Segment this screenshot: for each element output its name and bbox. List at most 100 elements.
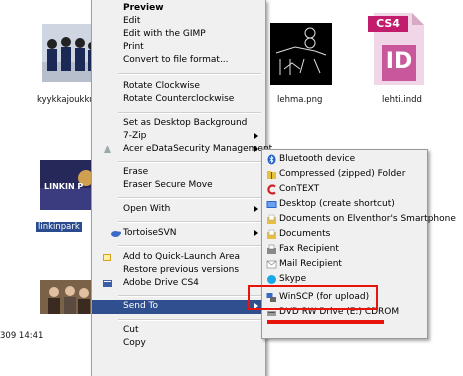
menu-preview-label: Preview bbox=[123, 3, 164, 13]
menu-set-background-label: Set as Desktop Background bbox=[123, 118, 248, 128]
submenu-docs-phone[interactable]: Documents on Elventhor's Smartphone bbox=[262, 213, 456, 226]
submenu-fax[interactable]: Fax Recipient bbox=[262, 243, 427, 256]
menu-adobe-drive[interactable]: Adobe Drive CS4 bbox=[92, 277, 265, 290]
acer-security-icon bbox=[104, 146, 111, 153]
menu-separator bbox=[118, 73, 261, 75]
menu-set-background[interactable]: Set as Desktop Background bbox=[92, 117, 265, 130]
submenu-fax-label: Fax Recipient bbox=[279, 244, 339, 254]
menu-send-to[interactable]: Send To bbox=[92, 300, 265, 314]
menu-quick-launch[interactable]: Add to Quick-Launch Area bbox=[92, 251, 265, 264]
menu-tortoisesvn[interactable]: TortoiseSVN bbox=[92, 227, 265, 240]
submenu-zip[interactable]: Compressed (zipped) Folder bbox=[262, 168, 427, 181]
menu-convert[interactable]: Convert to file format... bbox=[92, 54, 265, 67]
submenu-documents-label: Documents bbox=[279, 229, 331, 239]
menu-preview[interactable]: Preview bbox=[92, 2, 265, 15]
menu-convert-label: Convert to file format... bbox=[123, 55, 229, 65]
documents-folder-icon bbox=[267, 214, 276, 224]
annotation-scribble bbox=[267, 320, 384, 324]
desktop-icon bbox=[266, 201, 277, 208]
timestamp-label: 309 14:41 bbox=[0, 331, 44, 341]
menu-cut[interactable]: Cut bbox=[92, 324, 265, 337]
adobe-drive-icon bbox=[103, 280, 112, 287]
submenu-zip-label: Compressed (zipped) Folder bbox=[279, 169, 406, 179]
menu-copy[interactable]: Copy bbox=[92, 337, 265, 350]
menu-edit[interactable]: Edit bbox=[92, 15, 265, 28]
menu-restore[interactable]: Restore previous versions bbox=[92, 264, 265, 277]
context-menu: Preview Edit Edit with the GIMP Print Co… bbox=[91, 0, 272, 376]
people-photo-icon bbox=[42, 24, 98, 82]
submenu-bluetooth[interactable]: Bluetooth device bbox=[262, 153, 427, 166]
menu-edit-gimp-label: Edit with the GIMP bbox=[123, 29, 206, 39]
menu-edit-gimp[interactable]: Edit with the GIMP bbox=[92, 28, 265, 41]
submenu-arrow-icon bbox=[254, 206, 258, 212]
menu-copy-label: Copy bbox=[123, 338, 146, 348]
fax-icon bbox=[267, 244, 276, 254]
menu-print[interactable]: Print bbox=[92, 41, 265, 54]
lehma-thumbnail[interactable] bbox=[270, 23, 332, 85]
linkinpark-thumbnail[interactable]: LINKIN P bbox=[40, 160, 98, 210]
menu-rotate-cw-label: Rotate Clockwise bbox=[123, 81, 200, 91]
menu-7zip-label: 7-Zip bbox=[123, 131, 147, 141]
ascii-cow-icon bbox=[275, 27, 327, 75]
menu-open-with[interactable]: Open With bbox=[92, 203, 265, 216]
indesign-file-icon[interactable]: CS4 ID bbox=[368, 13, 428, 85]
id-badge: ID bbox=[385, 49, 413, 74]
group-photo-icon bbox=[40, 280, 96, 314]
menu-acer[interactable]: Acer eDataSecurity Management bbox=[92, 143, 272, 156]
menu-print-label: Print bbox=[123, 42, 144, 52]
menu-eraser-secure[interactable]: Eraser Secure Move bbox=[92, 179, 265, 192]
menu-erase[interactable]: Erase bbox=[92, 166, 265, 179]
menu-7zip[interactable]: 7-Zip bbox=[92, 130, 265, 143]
menu-rotate-ccw-label: Rotate Counterclockwise bbox=[123, 94, 235, 104]
menu-acer-label: Acer eDataSecurity Management bbox=[123, 144, 273, 154]
menu-separator bbox=[118, 112, 261, 114]
submenu-bluetooth-label: Bluetooth device bbox=[279, 154, 356, 164]
menu-separator bbox=[118, 319, 261, 321]
submenu-desktop[interactable]: Desktop (create shortcut) bbox=[262, 198, 427, 211]
skype-icon bbox=[267, 275, 276, 284]
submenu-mail[interactable]: Mail Recipient bbox=[262, 258, 427, 271]
menu-edit-label: Edit bbox=[123, 16, 141, 26]
submenu-documents[interactable]: Documents bbox=[262, 228, 427, 241]
photo-thumbnail[interactable] bbox=[40, 280, 96, 314]
linkinpark-cover-text: LINKIN P bbox=[44, 182, 84, 191]
menu-rotate-ccw[interactable]: Rotate Counterclockwise bbox=[92, 93, 265, 106]
mail-icon bbox=[266, 260, 277, 269]
menu-separator bbox=[118, 221, 261, 223]
menu-restore-label: Restore previous versions bbox=[123, 265, 240, 275]
lehma-filename[interactable]: lehma.png bbox=[277, 95, 322, 105]
tortoise-icon bbox=[111, 231, 121, 237]
menu-cut-label: Cut bbox=[123, 325, 139, 335]
submenu-arrow-icon bbox=[254, 133, 258, 139]
cs4-badge: CS4 bbox=[368, 16, 408, 32]
kyykka-thumbnail[interactable] bbox=[42, 24, 98, 82]
winscp-highlight-box bbox=[248, 285, 378, 310]
menu-erase-label: Erase bbox=[123, 167, 149, 177]
submenu-desktop-label: Desktop (create shortcut) bbox=[279, 199, 395, 209]
kyykka-filename[interactable]: kyykkajoukku bbox=[37, 95, 95, 105]
zip-folder-icon bbox=[267, 171, 276, 179]
menu-separator bbox=[118, 197, 261, 199]
menu-separator bbox=[118, 161, 261, 163]
menu-quick-launch-label: Add to Quick-Launch Area bbox=[123, 252, 241, 262]
lehti-filename[interactable]: lehti.indd bbox=[382, 95, 422, 105]
context-editor-icon bbox=[267, 184, 276, 195]
linkinpark-filename[interactable]: linkinpark bbox=[36, 222, 82, 232]
menu-tortoisesvn-label: TortoiseSVN bbox=[123, 228, 177, 238]
menu-rotate-cw[interactable]: Rotate Clockwise bbox=[92, 80, 265, 93]
submenu-mail-label: Mail Recipient bbox=[279, 259, 342, 269]
submenu-context-label: ConTEXT bbox=[279, 184, 320, 194]
menu-separator bbox=[118, 245, 261, 247]
submenu-context[interactable]: ConTEXT bbox=[262, 183, 427, 196]
documents-folder-icon bbox=[267, 229, 276, 239]
submenu-arrow-icon bbox=[254, 146, 258, 152]
bluetooth-icon bbox=[267, 154, 276, 165]
quick-launch-icon bbox=[103, 254, 111, 261]
menu-eraser-secure-label: Eraser Secure Move bbox=[123, 180, 213, 190]
send-to-submenu: Bluetooth device Compressed (zipped) Fol… bbox=[261, 149, 456, 339]
menu-adobe-drive-label: Adobe Drive CS4 bbox=[123, 278, 199, 288]
menu-open-with-label: Open With bbox=[123, 204, 171, 214]
menu-separator bbox=[118, 295, 261, 297]
submenu-arrow-icon bbox=[254, 230, 258, 236]
menu-send-to-label: Send To bbox=[123, 301, 159, 311]
